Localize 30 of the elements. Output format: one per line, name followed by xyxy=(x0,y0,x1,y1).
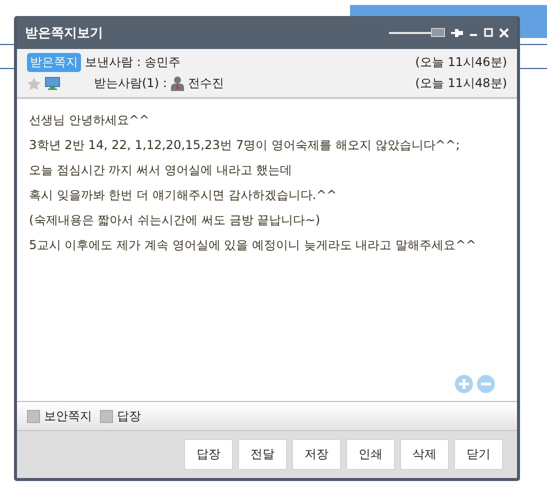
checkbox-label: 답장 xyxy=(117,408,141,424)
received-badge: 받은쪽지 xyxy=(27,53,81,72)
recipient-name: 전수진 xyxy=(188,75,224,92)
checkbox-label: 보안쪽지 xyxy=(44,408,92,424)
pin-icon[interactable] xyxy=(451,28,463,38)
message-line: 오늘 점심시간 까지 써서 영어실에 내라고 했는데 xyxy=(29,162,294,179)
maximize-icon[interactable] xyxy=(484,28,493,37)
action-button[interactable]: 전달 xyxy=(238,439,287,470)
action-button[interactable]: 삭제 xyxy=(400,439,449,470)
checkbox[interactable] xyxy=(27,410,40,422)
action-button[interactable]: 인쇄 xyxy=(346,439,395,470)
action-button[interactable]: 답장 xyxy=(184,439,233,470)
action-button[interactable]: 닫기 xyxy=(454,439,503,470)
message-line: 혹시 잊을까봐 한번 더 얘기해주시면 감사하겠습니다.^^ xyxy=(29,187,338,204)
recipient-label: 받는사람(1) : xyxy=(94,75,167,92)
checkbox[interactable] xyxy=(100,410,113,422)
star-icon[interactable] xyxy=(27,76,41,90)
message-line: 선생님 안녕하세요^^ xyxy=(29,112,150,129)
message-line: 5교시 이후에도 제가 계속 영어실에 있을 예정이니 늦게라도 내라고 말해주세요^^ xyxy=(29,237,478,254)
person-icon xyxy=(170,76,184,91)
opacity-slider[interactable] xyxy=(389,28,445,38)
window-title: 받은쪽지보기 xyxy=(25,24,103,42)
message-line: (숙제내용은 짧아서 쉬는시간에 써도 금방 끝납니다~) xyxy=(29,212,322,229)
close-icon[interactable] xyxy=(499,28,509,38)
message-line: 3학년 2반 14, 22, 1,12,20,15,23번 7명이 영어숙제를 해오지 않았습니다^^; xyxy=(29,137,461,154)
action-button[interactable]: 저장 xyxy=(292,439,341,470)
monitor-icon xyxy=(45,77,60,90)
read-time: (오늘 11시48분) xyxy=(415,75,507,92)
sender-label: 보낸사람 : 송민주 xyxy=(85,54,181,71)
sent-time: (오늘 11시46분) xyxy=(415,54,507,71)
